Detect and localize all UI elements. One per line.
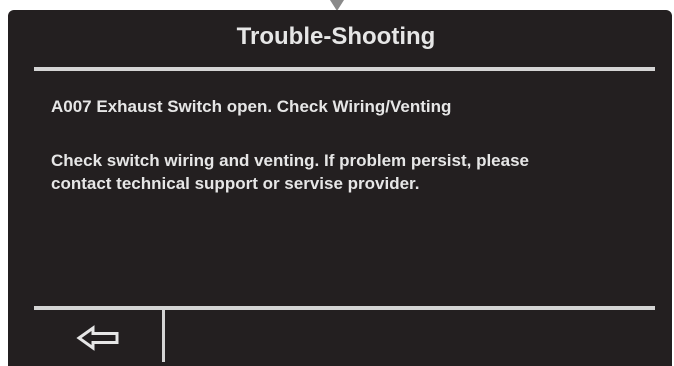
error-code-line: A007 Exhaust Switch open. Check Wiring/V… bbox=[51, 97, 452, 116]
left-arrow-icon bbox=[76, 325, 119, 351]
page-title: Trouble-Shooting bbox=[236, 23, 436, 50]
footer-button-separator bbox=[162, 310, 165, 362]
troubleshooting-message: Check switch wiring and venting. If prob… bbox=[51, 151, 530, 193]
title-divider bbox=[34, 67, 655, 71]
back-button[interactable] bbox=[34, 310, 162, 366]
